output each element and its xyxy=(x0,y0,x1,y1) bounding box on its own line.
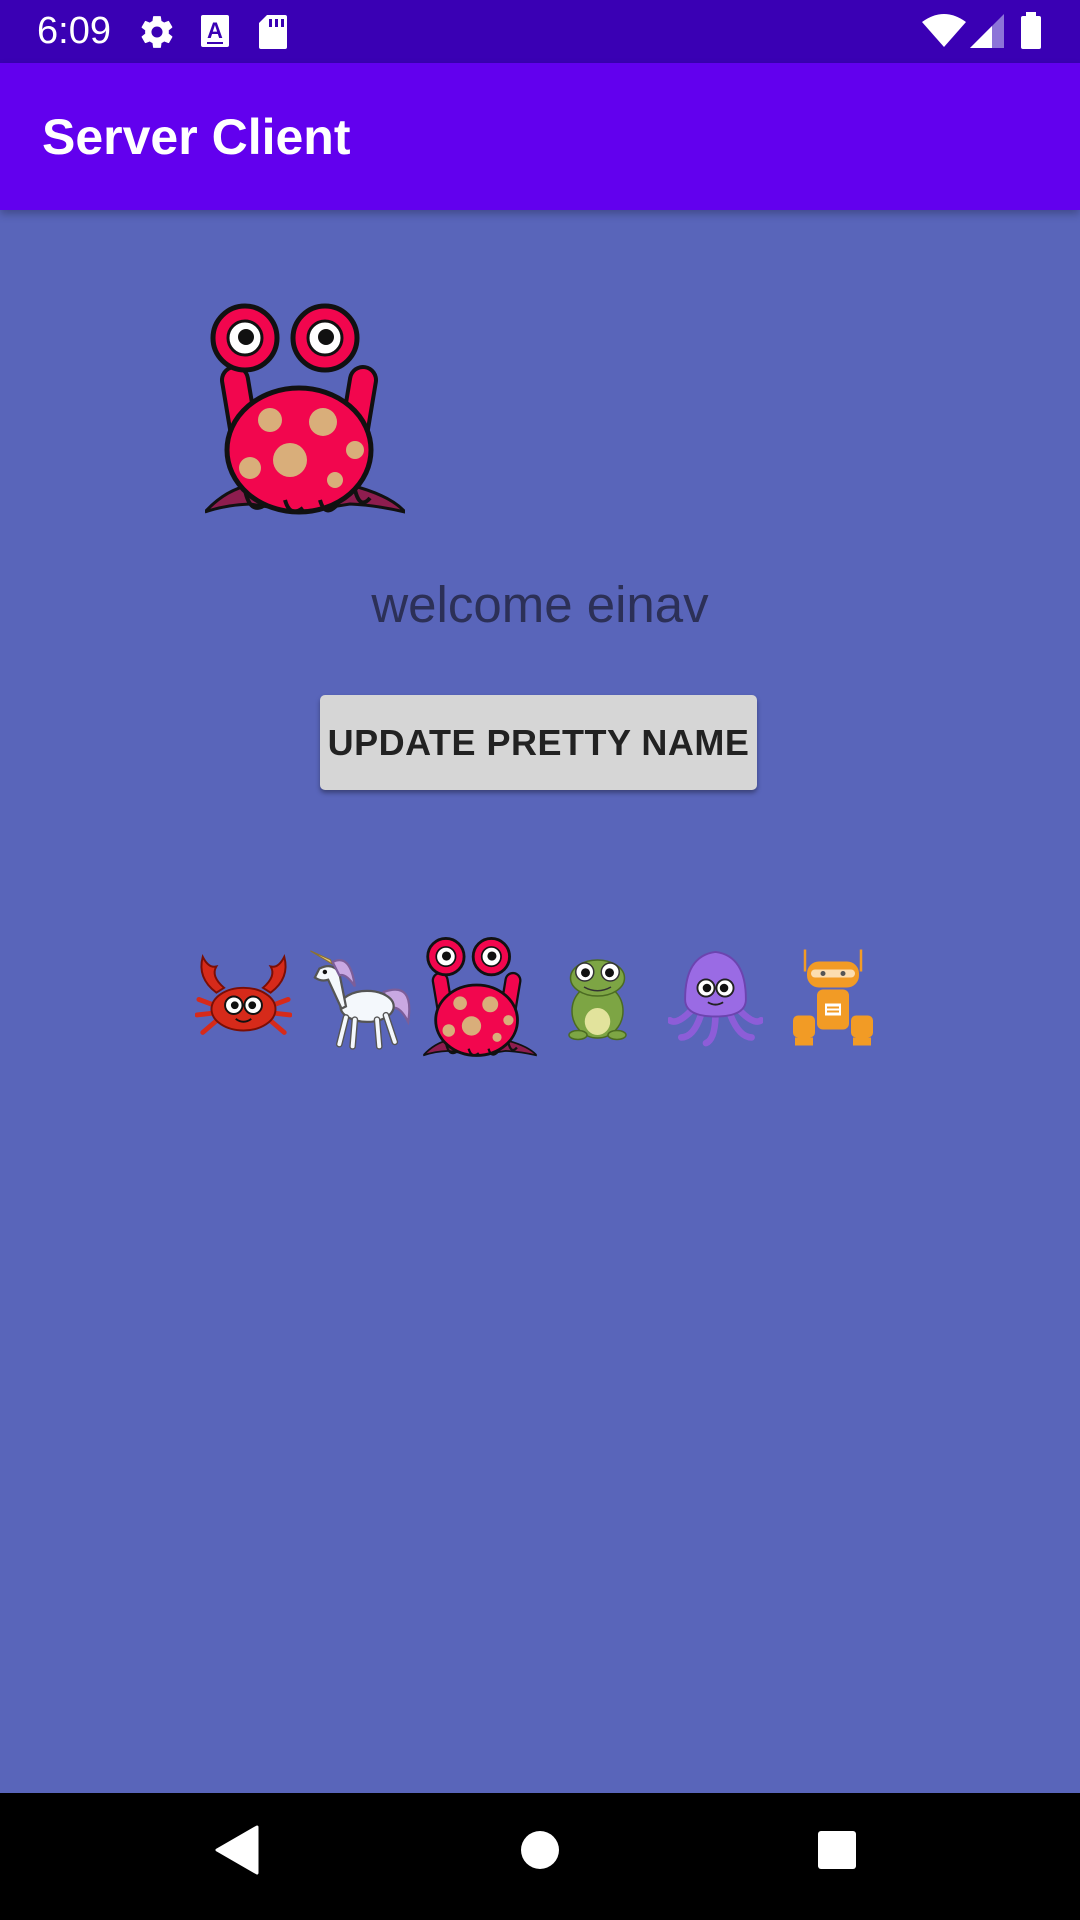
avatar-options xyxy=(0,935,1080,1060)
battery-icon xyxy=(1020,12,1042,55)
status-time: 6:09 xyxy=(37,10,111,52)
status-bar: 6:09 A xyxy=(0,0,1080,63)
home-icon[interactable] xyxy=(519,1829,561,1876)
update-pretty-name-button[interactable]: UPDATE PRETTY NAME xyxy=(320,695,757,790)
wifi-icon xyxy=(922,14,966,53)
app-title: Server Client xyxy=(42,109,351,165)
gear-icon xyxy=(138,13,176,56)
font-a-icon: A xyxy=(200,13,230,56)
svg-text:A: A xyxy=(207,18,223,43)
app-bar: Server Client xyxy=(0,63,1080,210)
pink-alien-icon[interactable] xyxy=(423,935,537,1060)
recents-icon[interactable] xyxy=(816,1829,858,1876)
back-icon[interactable] xyxy=(215,1825,259,1880)
robot-icon[interactable] xyxy=(793,935,873,1060)
welcome-text: welcome einav xyxy=(371,576,709,633)
pink-alien-icon xyxy=(200,300,410,520)
unicorn-icon[interactable] xyxy=(306,935,417,1060)
sd-card-icon xyxy=(258,13,288,56)
navigation-bar xyxy=(0,1793,1080,1920)
cell-signal-icon xyxy=(970,14,1004,53)
octopus-icon[interactable] xyxy=(668,935,763,1060)
frog-icon[interactable] xyxy=(560,935,635,1060)
crab-icon[interactable] xyxy=(195,935,292,1060)
